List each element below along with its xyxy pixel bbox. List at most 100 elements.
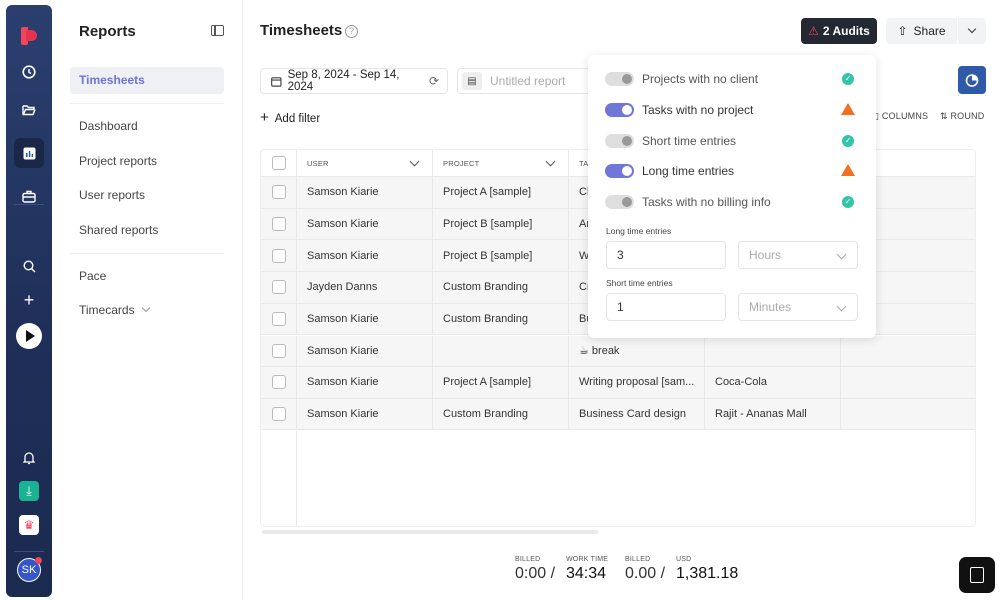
calendar-icon <box>271 76 282 87</box>
audit-toggle[interactable] <box>605 133 634 148</box>
long-entries-unit-select[interactable]: Hours <box>738 241 858 269</box>
cell-user: Samson Kiarie <box>297 240 433 271</box>
audit-item: Long time entries <box>605 162 860 180</box>
cell <box>841 336 975 367</box>
plus-icon[interactable]: + <box>6 285 52 315</box>
notification-dot <box>35 557 42 564</box>
warning-icon: ⚠ <box>808 24 819 38</box>
chevron-down-icon[interactable] <box>409 156 420 167</box>
audit-item: Short time entries ✓ <box>605 132 860 150</box>
short-entries-input[interactable]: 1 <box>606 293 726 321</box>
logo-icon[interactable] <box>6 21 52 51</box>
report-name-input[interactable]: ▤ Untitled report <box>457 68 597 94</box>
cell-client: Rajit - Ananas Mall <box>705 398 841 430</box>
long-entries-input[interactable]: 3 <box>606 241 726 269</box>
crown-icon[interactable]: ♛ <box>6 510 52 540</box>
collapse-sidebar-icon[interactable] <box>211 25 224 36</box>
briefcase-icon[interactable] <box>6 181 52 211</box>
share-dropdown-button[interactable] <box>958 18 986 44</box>
cell-project: Project A [sample] <box>433 177 569 208</box>
share-button[interactable]: ⇧ Share <box>886 18 957 44</box>
short-entries-label: Short time entries <box>606 278 673 288</box>
audits-label: 2 Audits <box>822 24 870 38</box>
chat-button[interactable] <box>959 557 995 593</box>
audit-toggle[interactable] <box>605 195 634 210</box>
sort-icon: ⇅ <box>940 111 951 121</box>
row-checkbox[interactable] <box>271 185 286 200</box>
upload-icon: ⇧ <box>897 24 908 38</box>
table-row[interactable]: Samson Kiarie Custom Branding Business C… <box>261 398 975 431</box>
audit-item: Tasks with no billing info ✓ <box>605 193 860 211</box>
cell-project: Custom Branding <box>433 272 569 303</box>
add-filter-button[interactable]: + Add filter <box>260 109 320 126</box>
subnav-title: Reports <box>79 23 136 40</box>
cell-client <box>705 335 841 366</box>
cell-client: Coca-Cola <box>705 367 841 398</box>
bell-icon[interactable] <box>6 443 52 473</box>
help-icon[interactable]: ? <box>345 25 358 38</box>
subnav-item-timesheets[interactable]: Timesheets <box>70 67 224 94</box>
select-all-checkbox[interactable] <box>271 156 286 170</box>
clock-icon[interactable] <box>6 57 52 87</box>
long-entries-label: Long time entries <box>606 226 672 236</box>
timecards-label: Timecards <box>79 303 135 317</box>
total-amount: USD 1,381.18 <box>676 556 739 582</box>
avatar[interactable]: SK <box>6 555 52 585</box>
date-range-picker[interactable]: Sep 8, 2024 - Sep 14, 2024 ⟳ <box>260 68 448 94</box>
audit-toggle[interactable] <box>605 102 634 117</box>
row-checkbox[interactable] <box>271 312 286 327</box>
search-icon[interactable] <box>6 251 52 281</box>
table-row[interactable]: Samson Kiarie ☕ break <box>261 335 975 367</box>
subnav-item-user-reports[interactable]: User reports <box>70 182 224 209</box>
audit-toggle[interactable] <box>605 72 634 86</box>
column-header-project[interactable]: PROJECT <box>433 150 569 176</box>
row-checkbox[interactable] <box>271 248 286 263</box>
plus-icon: + <box>260 109 269 126</box>
folder-icon[interactable] <box>6 95 52 125</box>
cell <box>841 399 975 430</box>
subnav-item-timecards[interactable]: Timecards <box>70 297 224 324</box>
check-circle-icon: ✓ <box>842 134 854 147</box>
warning-icon <box>841 102 855 115</box>
cell-task: Writing proposal [sam... <box>569 367 705 398</box>
share-label: Share <box>913 24 946 38</box>
row-checkbox[interactable] <box>271 375 286 390</box>
download-icon[interactable]: ⤓ <box>6 476 52 506</box>
audit-toggle[interactable] <box>605 164 634 179</box>
columns-button[interactable]: ▯ COLUMNS <box>874 111 928 122</box>
add-filter-label: Add filter <box>274 113 321 125</box>
column-header-user[interactable]: USER <box>297 150 433 176</box>
refresh-icon[interactable]: ⟳ <box>429 74 439 88</box>
audits-button[interactable]: ⚠ 2 Audits <box>801 18 877 44</box>
audit-label: Tasks with no billing info <box>642 195 771 210</box>
chevron-down-icon[interactable] <box>545 156 556 167</box>
play-icon[interactable] <box>6 321 52 351</box>
cell-project: Project B [sample] <box>433 208 569 240</box>
columns-label: COLUMNS <box>881 111 929 121</box>
cell-user: Samson Kiarie <box>297 398 433 430</box>
row-checkbox[interactable] <box>271 216 286 231</box>
table-row[interactable]: Samson Kiarie Project A [sample] Writing… <box>261 367 975 399</box>
row-checkbox[interactable] <box>271 407 286 422</box>
chevron-down-icon <box>836 249 847 260</box>
subnav-item-dashboard[interactable]: Dashboard <box>70 113 224 140</box>
subnav-item-shared-reports[interactable]: Shared reports <box>70 217 224 244</box>
cell-task: Business Card design <box>569 398 705 430</box>
reports-icon[interactable] <box>14 138 44 168</box>
subnav-item-project-reports[interactable]: Project reports <box>70 148 224 175</box>
row-checkbox[interactable] <box>271 280 286 295</box>
total-work-time: WORK TIME 34:34 <box>566 556 609 582</box>
row-checkbox[interactable] <box>271 343 286 358</box>
subnav-item-pace[interactable]: Pace <box>70 263 224 290</box>
round-button[interactable]: ⇅ ROUND <box>940 111 984 122</box>
audit-label: Projects with no client <box>642 72 759 86</box>
cell <box>841 367 975 398</box>
chevron-down-icon <box>967 24 977 34</box>
report-name-placeholder: Untitled report <box>490 74 566 88</box>
short-entries-unit-select[interactable]: Minutes <box>738 293 858 321</box>
cell-user: Samson Kiarie <box>297 367 433 398</box>
pie-chart-icon <box>965 74 979 87</box>
check-circle-icon: ✓ <box>842 73 854 85</box>
chart-view-button[interactable] <box>958 66 986 94</box>
horizontal-scrollbar[interactable] <box>262 530 598 534</box>
